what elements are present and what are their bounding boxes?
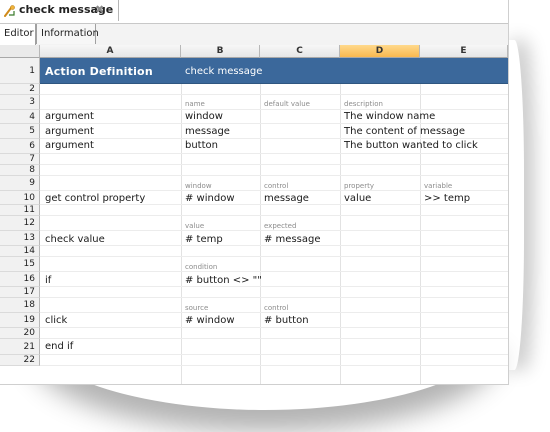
row-header[interactable]: 16 bbox=[0, 272, 40, 287]
keyword-cell[interactable]: if bbox=[45, 275, 51, 286]
keyword-cell[interactable]: end if bbox=[45, 341, 73, 352]
keyword-cell[interactable]: click bbox=[45, 315, 67, 326]
action-name-cell[interactable]: check message bbox=[185, 66, 262, 77]
row-header[interactable]: 8 bbox=[0, 165, 40, 176]
column-header-e[interactable]: E bbox=[420, 45, 508, 58]
editor-window: check message ✖ Editor Information A B C… bbox=[0, 0, 509, 385]
table-row[interactable] bbox=[40, 328, 508, 339]
row-header[interactable]: 5 bbox=[0, 124, 40, 139]
column-header-d[interactable]: D bbox=[340, 45, 420, 58]
row-header[interactable]: 17 bbox=[0, 287, 40, 298]
column-caption: condition bbox=[185, 263, 218, 271]
argument-description-cell[interactable]: The content of message bbox=[344, 126, 465, 137]
row-header[interactable]: 4 bbox=[0, 110, 40, 124]
column-caption: name bbox=[185, 100, 205, 108]
action-definition-label[interactable]: Action Definition bbox=[45, 65, 153, 78]
keyword-cell[interactable]: argument bbox=[45, 111, 94, 122]
column-caption: control bbox=[264, 182, 289, 190]
table-row[interactable] bbox=[40, 287, 508, 298]
column-caption: expected bbox=[264, 222, 297, 230]
column-caption: variable bbox=[424, 182, 453, 190]
row-header[interactable]: 20 bbox=[0, 328, 40, 339]
condition-cell[interactable]: # button <> "" bbox=[185, 275, 262, 286]
keyword-cell[interactable]: argument bbox=[45, 140, 94, 151]
row-header[interactable]: 22 bbox=[0, 355, 40, 366]
view-tab-bar: Editor Information bbox=[0, 23, 508, 46]
column-caption: window bbox=[185, 182, 212, 190]
argument-description-cell[interactable]: The button wanted to click bbox=[344, 140, 478, 151]
expected-cell[interactable]: # message bbox=[264, 234, 321, 245]
row-header[interactable]: 21 bbox=[0, 339, 40, 355]
row-header[interactable]: 3 bbox=[0, 95, 40, 110]
table-row[interactable] bbox=[40, 154, 508, 165]
table-row[interactable] bbox=[40, 339, 508, 355]
row-header[interactable]: 13 bbox=[0, 231, 40, 246]
row-header[interactable]: 19 bbox=[0, 313, 40, 328]
row-header[interactable]: 9 bbox=[0, 176, 40, 191]
column-caption: property bbox=[344, 182, 374, 190]
argument-name-cell[interactable]: window bbox=[185, 111, 223, 122]
column-header-c[interactable]: C bbox=[260, 45, 340, 58]
table-row[interactable] bbox=[40, 165, 508, 176]
source-cell[interactable]: # window bbox=[185, 315, 235, 326]
row-header[interactable]: 11 bbox=[0, 205, 40, 216]
table-row[interactable] bbox=[40, 84, 508, 95]
argument-name-cell[interactable]: message bbox=[185, 126, 230, 137]
tab-information[interactable]: Information bbox=[36, 24, 99, 44]
row-header[interactable]: 12 bbox=[0, 216, 40, 231]
table-row[interactable] bbox=[40, 205, 508, 216]
control-cell[interactable]: message bbox=[264, 193, 309, 204]
row-header[interactable]: 15 bbox=[0, 257, 40, 272]
table-row[interactable] bbox=[40, 110, 508, 124]
argument-description-cell[interactable]: The window name bbox=[344, 111, 435, 122]
keyword-cell[interactable]: get control property bbox=[45, 193, 145, 204]
row-header[interactable]: 2 bbox=[0, 84, 40, 95]
column-header-b[interactable]: B bbox=[181, 45, 260, 58]
column-caption: description bbox=[344, 100, 383, 108]
table-row[interactable] bbox=[40, 246, 508, 257]
close-icon[interactable]: ✖ bbox=[95, 3, 104, 16]
keyword-cell[interactable]: check value bbox=[45, 234, 105, 245]
row-header[interactable]: 7 bbox=[0, 154, 40, 165]
row-header[interactable]: 14 bbox=[0, 246, 40, 257]
column-header-a[interactable]: A bbox=[40, 45, 181, 58]
table-row[interactable] bbox=[40, 272, 508, 287]
variable-cell[interactable]: >> temp bbox=[424, 193, 470, 204]
row-header[interactable]: 18 bbox=[0, 298, 40, 313]
column-caption: source bbox=[185, 304, 209, 312]
window-cell[interactable]: # window bbox=[185, 193, 235, 204]
row-header[interactable]: 6 bbox=[0, 139, 40, 154]
property-cell[interactable]: value bbox=[344, 193, 371, 204]
keyword-cell[interactable]: argument bbox=[45, 126, 94, 137]
row-header[interactable]: 1 bbox=[0, 58, 40, 84]
control-cell[interactable]: # button bbox=[264, 315, 309, 326]
tab-editor[interactable]: Editor bbox=[0, 24, 36, 45]
action-icon bbox=[4, 5, 15, 17]
argument-name-cell[interactable]: button bbox=[185, 140, 218, 151]
document-tab-bar: check message ✖ bbox=[0, 0, 508, 22]
table-row[interactable] bbox=[40, 257, 508, 272]
grid-corner[interactable] bbox=[0, 45, 40, 58]
table-row[interactable] bbox=[40, 355, 508, 366]
value-cell[interactable]: # temp bbox=[185, 234, 223, 245]
row-header[interactable]: 10 bbox=[0, 191, 40, 205]
spreadsheet-grid[interactable]: A B C D E 1 Action Definition check mess… bbox=[0, 45, 508, 384]
document-tab[interactable]: check message ✖ bbox=[0, 0, 119, 21]
column-caption: default value bbox=[264, 100, 310, 108]
column-caption: control bbox=[264, 304, 289, 312]
column-caption: value bbox=[185, 222, 205, 230]
